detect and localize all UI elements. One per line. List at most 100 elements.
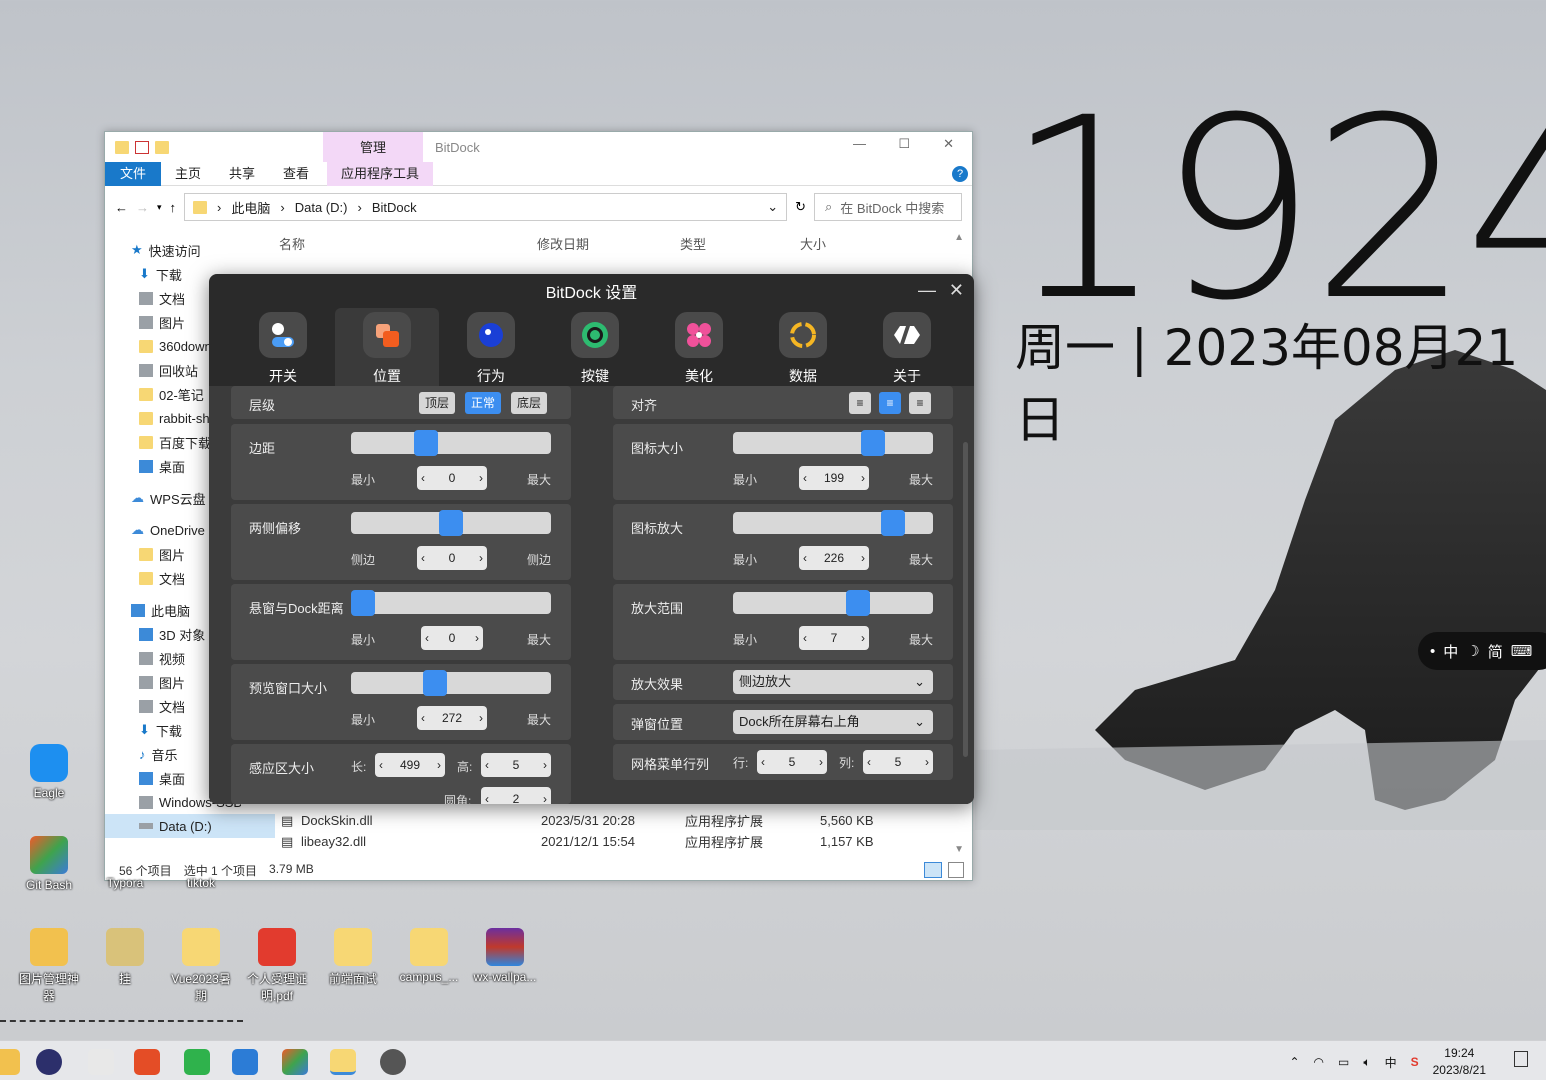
slider-thumb[interactable] [880, 510, 905, 536]
up-arrow-icon[interactable]: ↑ [170, 200, 177, 215]
chevron-right-icon[interactable]: › [479, 711, 483, 725]
layer-bottom-button[interactable]: 底层 [511, 392, 548, 414]
desktop-icon-typora[interactable]: Typora [90, 876, 160, 890]
details-view-icon[interactable] [924, 862, 942, 878]
chevron-right-icon[interactable]: › [861, 551, 865, 565]
slider-thumb[interactable] [845, 590, 870, 616]
desktop-icon-frontend-interview[interactable]: 前端面试 [318, 928, 388, 987]
chevron-right-icon[interactable]: › [925, 755, 929, 769]
desktop-icon-gua[interactable]: 挂 [90, 928, 160, 987]
margin-stepper[interactable]: ‹ 0 › [417, 466, 487, 490]
maximize-button[interactable]: ☐ [898, 136, 910, 152]
tab-position[interactable]: 位置 [335, 308, 439, 386]
manage-tab[interactable]: 管理 [323, 132, 423, 162]
nav-quick-access[interactable]: ★ 快速访问 [131, 238, 241, 262]
minimize-button[interactable]: — [918, 280, 936, 301]
sense-height-stepper[interactable]: ‹ 5 › [481, 753, 551, 777]
chevron-left-icon[interactable]: ‹ [421, 551, 425, 565]
chevron-right-icon[interactable]: › [543, 792, 547, 804]
scrollbar-down-arrow[interactable]: ▼ [954, 844, 964, 855]
icon-size-slider[interactable] [733, 430, 933, 456]
grid-rows-stepper[interactable]: ‹ 5 › [757, 750, 827, 774]
tab-view[interactable]: 查看 [269, 162, 323, 186]
minimize-button[interactable]: — [853, 136, 866, 151]
sogou-icon[interactable]: S [1411, 1055, 1419, 1069]
zoom-effect-select[interactable]: 侧边放大 ⌄ [733, 670, 933, 694]
sense-round-stepper[interactable]: ‹ 2 › [481, 787, 551, 804]
tab-toggle[interactable]: 开关 [231, 308, 335, 386]
wechat-devtools-icon[interactable] [88, 1049, 114, 1075]
volume-icon[interactable]: 🔈︎ [1363, 1055, 1370, 1070]
chevron-left-icon[interactable]: ‹ [761, 755, 765, 769]
quick-access-toolbar[interactable] [105, 140, 323, 154]
chevron-left-icon[interactable]: ‹ [425, 631, 429, 645]
settings-scrollbar[interactable] [963, 442, 968, 757]
preview-size-slider[interactable] [351, 670, 551, 696]
icon-zoom-slider[interactable] [733, 510, 933, 536]
keyboard-icon[interactable]: ⌨ [1511, 642, 1533, 660]
eclipse-icon[interactable] [36, 1049, 62, 1075]
column-type[interactable]: 类型 [680, 232, 800, 258]
chevron-left-icon[interactable]: ‹ [485, 758, 489, 772]
column-size[interactable]: 大小 [800, 232, 870, 258]
forward-arrow-icon[interactable]: → [136, 200, 149, 215]
offset-slider[interactable] [351, 510, 551, 536]
desktop-icon-campus[interactable]: campus_... [394, 928, 464, 984]
offset-stepper[interactable]: ‹ 0 › [417, 546, 487, 570]
tab-keys[interactable]: 按键 [543, 308, 647, 386]
scrollbar-up-arrow[interactable]: ▲ [954, 232, 964, 243]
column-date[interactable]: 修改日期 [537, 232, 680, 258]
back-arrow-icon[interactable]: ← [115, 200, 128, 215]
align-left-icon[interactable]: ≡ [849, 392, 871, 414]
desktop-icon-tiktok[interactable]: tiktok [166, 876, 236, 890]
chevron-right-icon[interactable]: › [479, 551, 483, 565]
icon-zoom-stepper[interactable]: ‹ 226 › [799, 546, 869, 570]
desktop-icon-eagle[interactable]: Eagle [14, 744, 84, 800]
nav-data-d[interactable]: Data (D:) [105, 814, 275, 838]
layer-normal-button[interactable]: 正常 [465, 392, 502, 414]
chevron-right-icon[interactable]: › [819, 755, 823, 769]
chevron-right-icon[interactable]: › [479, 471, 483, 485]
popup-distance-slider[interactable] [351, 590, 551, 616]
ime-lang[interactable]: 中 [1443, 641, 1458, 662]
notification-icon[interactable] [1514, 1051, 1528, 1067]
chevron-left-icon[interactable]: ‹ [803, 631, 807, 645]
grid-cols-stepper[interactable]: ‹ 5 › [863, 750, 933, 774]
ime-floating-bar[interactable]: • 中 ☽ 简 ⌨ [1418, 632, 1546, 670]
slider-thumb[interactable] [439, 510, 463, 536]
column-name[interactable]: 名称 [275, 232, 537, 258]
slider-thumb[interactable] [861, 430, 886, 456]
close-button[interactable]: ✕ [943, 136, 954, 152]
new-folder-icon[interactable] [155, 140, 169, 154]
help-icon[interactable]: ? [952, 165, 968, 182]
git-icon[interactable] [282, 1049, 308, 1075]
desktop-icon-vue2023[interactable]: Vue2023暑期 [166, 928, 236, 1004]
ime-indicator[interactable]: 中 [1385, 1054, 1397, 1071]
chevron-right-icon[interactable]: › [475, 631, 479, 645]
slider-thumb[interactable] [423, 670, 448, 696]
bitdock-icon[interactable] [380, 1049, 406, 1075]
layer-top-button[interactable]: 顶层 [419, 392, 456, 414]
chevron-up-icon[interactable]: ⌃ [1289, 1055, 1299, 1069]
chevron-left-icon[interactable]: ‹ [421, 471, 425, 485]
align-center-icon[interactable]: ≡ [879, 392, 901, 414]
breadcrumb-this-pc[interactable]: 此电脑 [231, 198, 270, 217]
desktop-icon-git-bash[interactable]: Git Bash [14, 836, 84, 892]
breadcrumb-bitdock[interactable]: BitDock [372, 200, 417, 215]
chevron-left-icon[interactable]: ‹ [803, 551, 807, 565]
tab-beautify[interactable]: 美化 [647, 308, 751, 386]
chevron-right-icon[interactable]: › [543, 758, 547, 772]
tab-app-tools[interactable]: 应用程序工具 [327, 161, 434, 186]
chevron-left-icon[interactable]: ‹ [867, 755, 871, 769]
slider-thumb[interactable] [351, 590, 375, 616]
app-icon[interactable] [0, 1049, 20, 1075]
desktop-icon-pdf[interactable]: 个人受理证明.pdf [242, 928, 312, 1004]
address-bar[interactable]: › 此电脑 › Data (D:) › BitDock ⌄ [184, 193, 788, 221]
zoom-range-slider[interactable] [733, 590, 933, 616]
breadcrumb-data-d[interactable]: Data (D:) [295, 200, 348, 215]
table-row[interactable]: ▤ DockSkin.dll 2023/5/31 20:28 应用程序扩展 5,… [281, 810, 874, 831]
vscode-icon[interactable] [232, 1049, 258, 1075]
chevron-right-icon[interactable]: › [861, 631, 865, 645]
ime-moon-icon[interactable]: ☽ [1466, 642, 1479, 660]
chevron-left-icon[interactable]: ‹ [485, 792, 489, 804]
